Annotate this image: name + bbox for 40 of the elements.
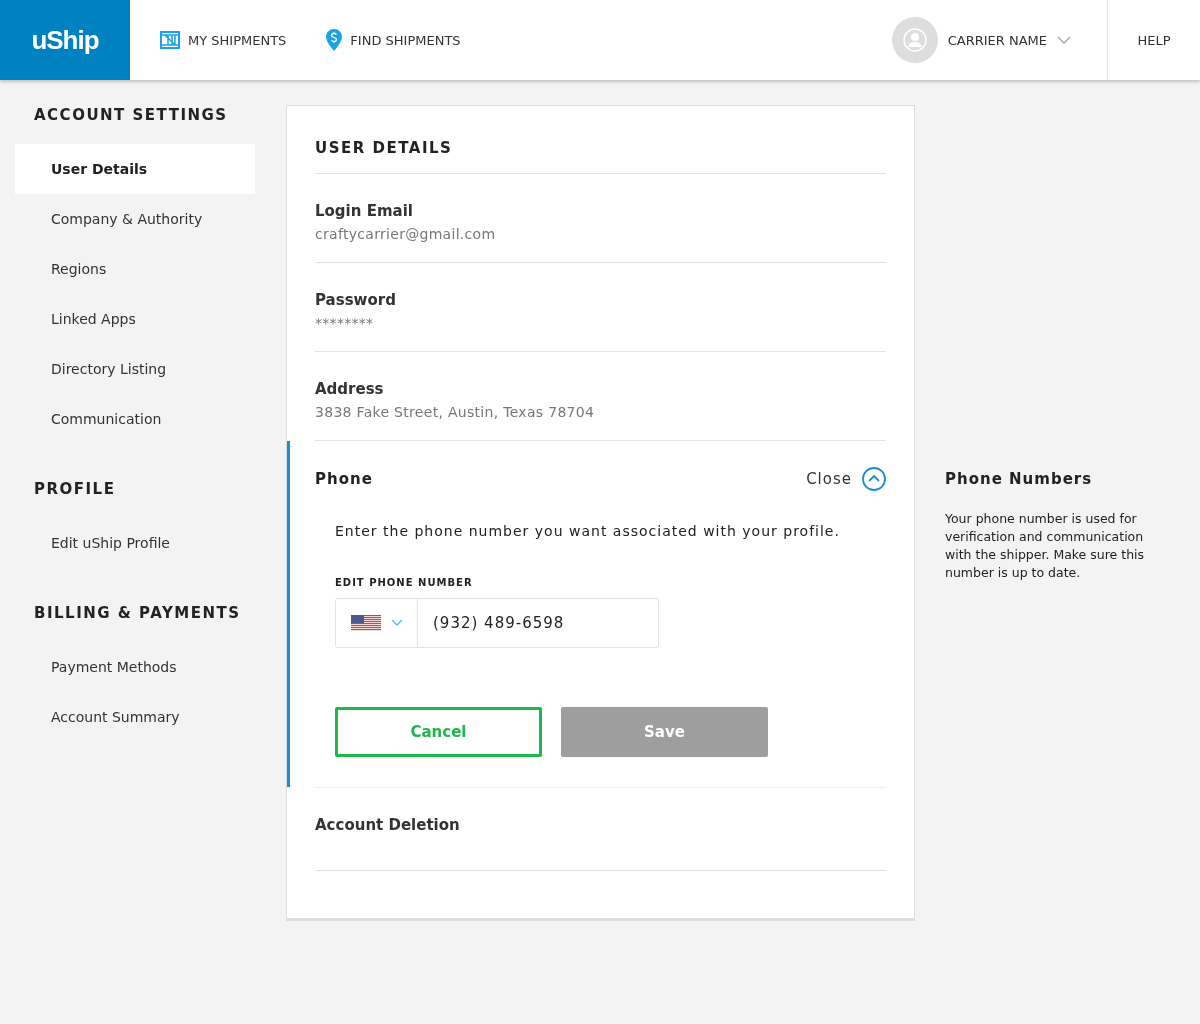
logo[interactable]: uShip — [0, 0, 130, 80]
user-name[interactable]: CARRIER NAME — [947, 32, 1047, 48]
map-pin-icon — [326, 29, 343, 51]
sidebar-item[interactable]: Company & Authority — [15, 194, 255, 244]
field-label: Address — [315, 380, 385, 398]
nav-link[interactable]: MY SHIPMENTS — [160, 31, 287, 49]
sidebar-item[interactable]: Linked Apps — [15, 294, 255, 344]
field-value: craftycarrier@gmail.com — [315, 226, 497, 242]
field-label: Phone — [315, 470, 373, 488]
help-text: Your phone number is used for verification and communication with the shipper. Make sure this number is up to date. — [945, 510, 1146, 582]
nav-link[interactable]: FIND SHIPMENTS — [326, 29, 461, 51]
help-title: Phone Numbers — [945, 470, 1094, 488]
instruction-text: Enter the phone number you want associated with your profile. — [335, 523, 841, 539]
flag-icon — [350, 615, 381, 631]
chevron-down-icon[interactable] — [1057, 36, 1071, 44]
country-select[interactable] — [335, 598, 418, 648]
field-value: ******** — [315, 315, 375, 331]
chevron-up-icon — [862, 467, 886, 491]
sidebar-item[interactable]: Edit uShip Profile — [15, 518, 255, 568]
chevron-down-icon — [390, 619, 403, 627]
sidebar-item[interactable]: Account Summary — [15, 692, 255, 742]
sidebar-heading: PROFILE — [33, 480, 117, 498]
help-link[interactable]: HELP — [1107, 0, 1200, 80]
crate-icon — [160, 31, 180, 49]
phone-field[interactable]: (932) 489-6598 — [418, 598, 659, 648]
field-label: Account Deletion — [315, 816, 461, 834]
avatar-icon[interactable] — [891, 17, 938, 63]
section-title: USER DETAILS — [315, 106, 886, 174]
sidebar-heading: ACCOUNT SETTINGS — [33, 106, 229, 124]
field-label: Password — [315, 291, 397, 309]
field-label: Login Email — [315, 202, 414, 220]
field-value: 3838 Fake Street, Austin, Texas 78704 — [315, 404, 596, 420]
sidebar-heading: BILLING & PAYMENTS — [33, 604, 242, 622]
sidebar-item[interactable]: Regions — [15, 244, 255, 294]
sidebar-item[interactable]: Directory Listing — [15, 344, 255, 394]
sidebar-item[interactable]: Communication — [15, 394, 255, 444]
field-label: EDIT PHONE NUMBER — [335, 577, 474, 588]
close-button[interactable]: Close — [806, 467, 886, 491]
sidebar-item[interactable]: Payment Methods — [15, 642, 255, 692]
sidebar-item[interactable]: User Details — [15, 144, 255, 194]
